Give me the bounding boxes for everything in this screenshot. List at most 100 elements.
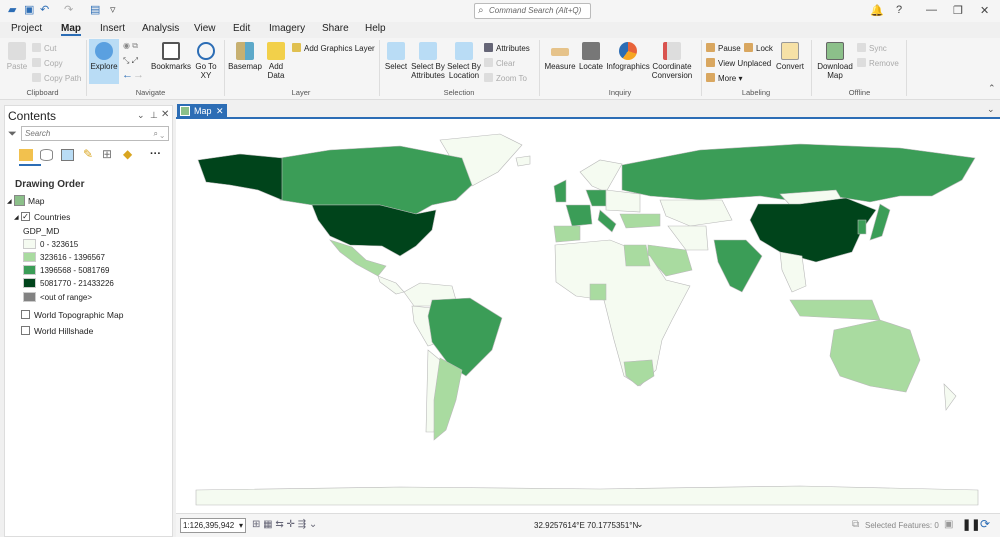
tab-help[interactable]: Help: [365, 23, 386, 34]
copy-button[interactable]: Copy: [32, 58, 63, 68]
close-pane-icon[interactable]: ✕: [161, 109, 169, 120]
sync-button[interactable]: Sync: [857, 43, 887, 53]
explore-button[interactable]: Explore: [89, 39, 119, 84]
filter-icon[interactable]: ⏷: [8, 128, 17, 141]
more-icon[interactable]: ···: [150, 148, 161, 160]
locate-button[interactable]: Locate: [578, 42, 604, 71]
countries-checkbox[interactable]: ✓: [21, 212, 30, 221]
scale-dropdown[interactable]: 1:126,395,942 ▾: [180, 518, 246, 533]
country-uk[interactable]: [553, 179, 567, 203]
select-button[interactable]: Select: [384, 42, 408, 71]
countries-layer[interactable]: Countries: [34, 212, 70, 222]
open-project-icon[interactable]: ▰: [8, 5, 20, 16]
infographics-button[interactable]: Infographics: [606, 42, 650, 71]
country-southeast-asia[interactable]: [779, 251, 807, 293]
zoom-to-button[interactable]: Zoom To: [484, 73, 527, 83]
add-data-button[interactable]: Add Data: [264, 42, 288, 80]
contents-search-input[interactable]: Search ⌕ ⌄: [21, 126, 169, 141]
map-view[interactable]: [176, 117, 1000, 513]
cut-button[interactable]: Cut: [32, 43, 56, 53]
measure-button[interactable]: Measure: [544, 42, 576, 71]
select-by-location-button[interactable]: Select By Location: [447, 42, 481, 80]
map-tools-icons[interactable]: ⊞ ▦ ⇆ ✛ ⇶ ⌄: [252, 519, 317, 530]
country-australia[interactable]: [829, 319, 921, 393]
view-unplaced-button[interactable]: View Unplaced: [706, 58, 771, 68]
country-antarctica[interactable]: [195, 485, 979, 506]
paste-button[interactable]: Paste: [6, 42, 28, 71]
coordinate-conversion-button[interactable]: Coordinate Conversion: [651, 42, 693, 80]
tab-imagery[interactable]: Imagery: [269, 23, 305, 34]
country-new-zealand[interactable]: [943, 383, 957, 411]
clear-button[interactable]: Clear: [484, 58, 515, 68]
tab-list-icon[interactable]: ⌄: [987, 104, 995, 115]
country-argentina[interactable]: [433, 357, 463, 441]
tab-share[interactable]: Share: [322, 23, 349, 34]
fixed-zoom-icon[interactable]: ⤡ ⤢: [123, 56, 138, 66]
world-topographic-layer[interactable]: World Topographic Map: [34, 310, 123, 320]
refresh-selection-icon[interactable]: ▣: [944, 519, 953, 530]
close-icon[interactable]: ✕: [980, 4, 989, 17]
map-item[interactable]: Map: [28, 196, 45, 206]
country-india[interactable]: [713, 239, 763, 293]
coordinate-format-icon[interactable]: ⌄: [636, 519, 644, 530]
country-south-africa[interactable]: [623, 359, 655, 387]
download-map-button[interactable]: Download Map: [815, 42, 855, 80]
tab-insert[interactable]: Insert: [100, 23, 125, 34]
selected-features-count[interactable]: Selected Features: 0: [865, 521, 939, 530]
country-spain[interactable]: [553, 225, 581, 243]
pause-labeling-button[interactable]: Pause: [706, 43, 741, 53]
country-france[interactable]: [565, 204, 593, 227]
help-button[interactable]: ?: [896, 4, 902, 16]
tab-map[interactable]: Map: [61, 23, 81, 36]
country-nigeria[interactable]: [589, 283, 607, 301]
country-turkey[interactable]: [619, 213, 661, 229]
tab-project[interactable]: Project: [11, 23, 42, 34]
country-iran[interactable]: [667, 225, 709, 251]
zoom-tools-icon[interactable]: ◉ ⧉: [123, 41, 138, 51]
redo-icon[interactable]: ↷: [64, 5, 76, 16]
new-map-icon[interactable]: ▤: [90, 5, 102, 16]
world-map[interactable]: [176, 119, 1000, 513]
world-hillshade-checkbox[interactable]: [21, 326, 30, 335]
tab-edit[interactable]: Edit: [233, 23, 250, 34]
data-source-icon[interactable]: [40, 149, 53, 161]
country-alaska[interactable]: [197, 153, 283, 201]
pause-drawing-icon[interactable]: ❚❚: [962, 518, 980, 531]
previous-extent-icon[interactable]: ←→: [122, 69, 144, 81]
convert-button[interactable]: Convert: [775, 42, 805, 71]
country-canada[interactable]: [279, 145, 473, 215]
country-central-america[interactable]: [377, 275, 405, 295]
country-iceland[interactable]: [515, 155, 531, 167]
select-by-attributes-button[interactable]: Select By Attributes: [410, 42, 446, 80]
country-germany[interactable]: [585, 189, 607, 207]
expand-map-icon[interactable]: ◢: [7, 198, 12, 205]
remove-button[interactable]: Remove: [857, 58, 899, 68]
expand-layer-icon[interactable]: ◢: [14, 214, 19, 221]
drawing-order-icon[interactable]: [19, 149, 33, 161]
pane-options-icon[interactable]: ⌄: [137, 110, 145, 121]
lock-labeling-button[interactable]: Lock: [744, 43, 773, 53]
close-map-tab-icon[interactable]: ✕: [216, 104, 224, 118]
notification-icon[interactable]: 🔔: [870, 4, 884, 17]
country-italy[interactable]: [597, 209, 617, 233]
snapping-icon[interactable]: ⊞: [102, 147, 112, 161]
editing-icon[interactable]: ✎: [83, 147, 93, 161]
tab-map-view[interactable]: Map ✕: [177, 104, 227, 118]
copy-path-button[interactable]: Copy Path: [32, 73, 81, 83]
restore-icon[interactable]: ❐: [953, 4, 963, 17]
tab-view[interactable]: View: [194, 23, 216, 34]
country-east-europe[interactable]: [605, 189, 641, 213]
refresh-icon[interactable]: ⟳: [980, 517, 990, 531]
attributes-button[interactable]: Attributes: [484, 43, 530, 53]
minimize-icon[interactable]: —: [926, 4, 937, 16]
world-topographic-checkbox[interactable]: [21, 310, 30, 319]
bookmarks-button[interactable]: Bookmarks: [150, 42, 192, 71]
country-indonesia[interactable]: [789, 299, 881, 321]
next-extent-icon[interactable]: →: [133, 69, 144, 81]
more-labeling-button[interactable]: More ▾: [706, 73, 742, 83]
country-egypt[interactable]: [623, 244, 651, 267]
selection-icon[interactable]: [61, 149, 74, 161]
tab-analysis[interactable]: Analysis: [142, 23, 179, 34]
country-kazakhstan[interactable]: [659, 199, 733, 227]
country-china[interactable]: [749, 197, 877, 263]
